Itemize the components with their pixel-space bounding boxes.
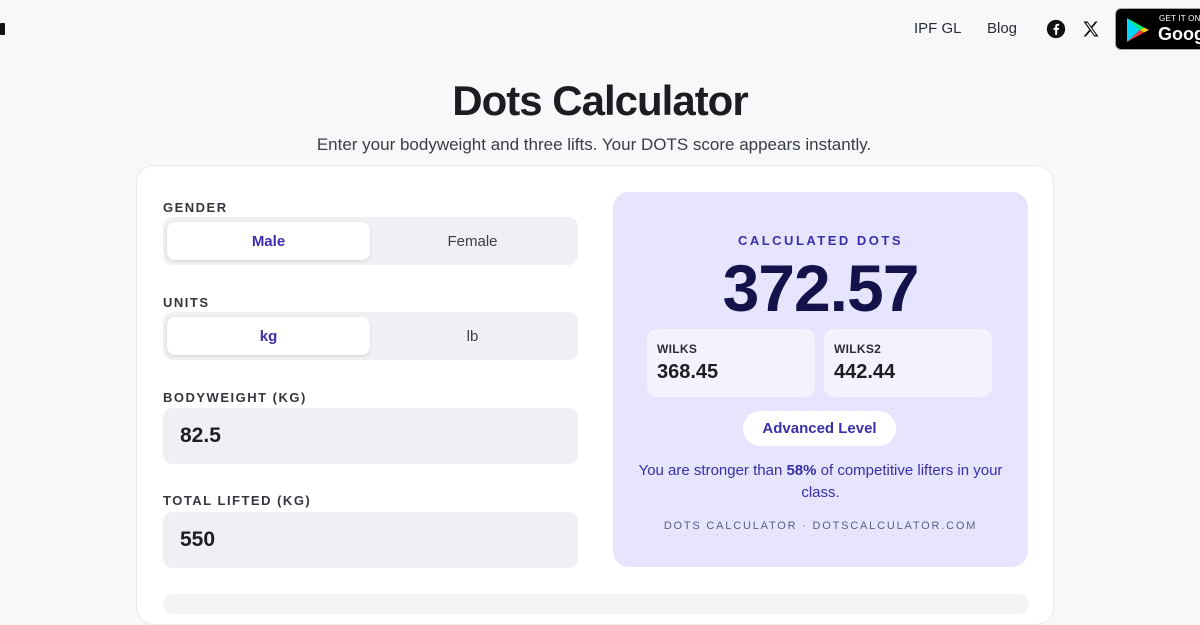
next-section-strip [163,594,1029,614]
total-lifted-input[interactable] [163,512,578,568]
calculator-card: GENDER Male Female UNITS kg lb BODYWEIGH… [136,165,1054,625]
wilks2-card: WILKS2 442.44 [824,329,992,397]
bodyweight-input[interactable] [163,408,578,464]
gender-option-female[interactable]: Female [371,222,574,260]
page-subtitle: Enter your bodyweight and three lifts. Y… [316,135,872,154]
logo-icon[interactable] [0,23,5,35]
google-play-icon [1127,18,1149,42]
gender-option-male[interactable]: Male [167,222,370,260]
nav-link-ipf-gl[interactable]: IPF GL [914,20,962,37]
wilks2-value: 442.44 [834,361,896,383]
total-lifted-label: TOTAL LIFTED (KG) [163,493,312,508]
percentile-suffix: of competitive lifters in your class. [801,462,1003,501]
units-option-lb[interactable]: lb [371,317,574,355]
x-icon[interactable] [1081,19,1101,39]
badge-big-text: Google Play [1158,24,1200,44]
badge-small-text: GET IT ON [1159,14,1200,23]
site-header: IPF GL Blog GET IT ON Google Play [0,0,1200,58]
wilks-value: 368.45 [657,361,719,383]
gender-label: GENDER [163,200,228,215]
level-badge: Advanced Level [743,411,896,446]
units-toggle: kg lb [163,312,578,360]
percentile-value: 58% [786,462,817,479]
units-option-kg[interactable]: kg [167,317,370,355]
bodyweight-label: BODYWEIGHT (KG) [163,390,307,405]
percentile-prefix: You are stronger than [638,462,787,479]
gender-toggle: Male Female [163,217,578,265]
watermark-text: DOTS CALCULATOR · DOTSCALCULATOR.COM [663,520,978,532]
google-play-badge[interactable]: GET IT ON Google Play [1115,8,1200,50]
dots-score: 372.57 [722,251,920,325]
wilks-card: WILKS 368.45 [647,329,815,397]
result-panel: CALCULATED DOTS 372.57 WILKS 368.45 WILK… [613,192,1028,567]
result-label: CALCULATED DOTS [737,233,904,248]
percentile-text: You are stronger than 58% of competitive… [633,460,1008,504]
wilks-label: WILKS [657,342,698,356]
units-label: UNITS [163,295,210,310]
nav-link-blog[interactable]: Blog [987,20,1017,37]
wilks2-label: WILKS2 [834,342,882,356]
facebook-icon[interactable] [1046,19,1066,39]
page-title: Dots Calculator [452,77,748,124]
